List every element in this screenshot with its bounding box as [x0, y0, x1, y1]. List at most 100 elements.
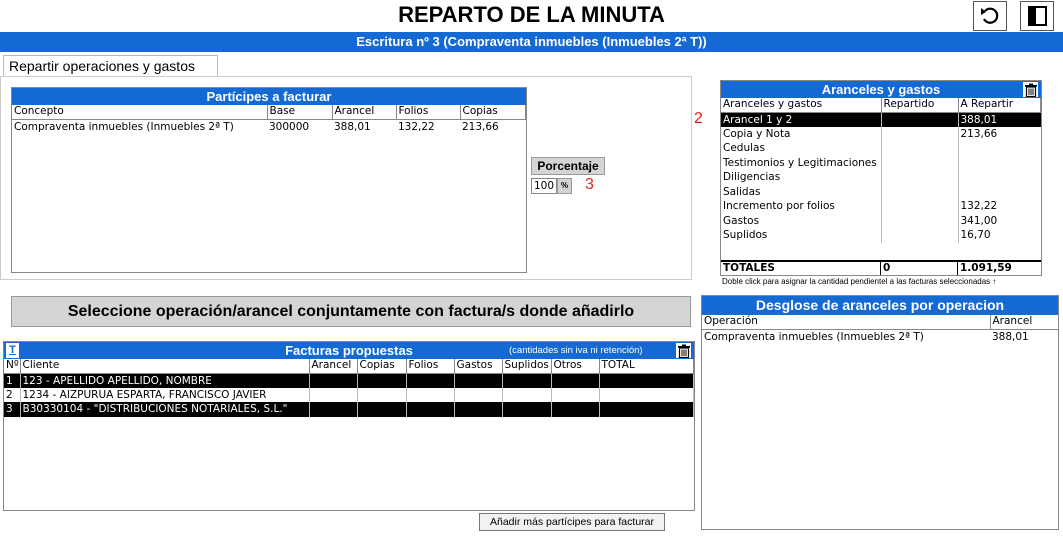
- col-repartido: Repartido: [881, 98, 959, 113]
- cell-total: [599, 373, 694, 388]
- cell-folios: [406, 387, 455, 402]
- cell-a-repartir: [958, 156, 1041, 171]
- aranceles-header-row: Aranceles y gastos Repartido A Repartir: [721, 98, 1041, 113]
- totales-repartido: 0: [881, 262, 958, 275]
- facturas-panel: T Facturas propuestas (cantidades sin iv…: [3, 341, 695, 511]
- col-concepto: Concepto: [12, 105, 268, 120]
- cell-copias: [357, 373, 407, 388]
- col-arancel: Arancel: [309, 359, 358, 374]
- add-participes-button[interactable]: Añadir más partícipes para facturar: [479, 513, 665, 531]
- marker-3: 3: [585, 176, 594, 193]
- col-copias: Copias: [357, 359, 407, 374]
- cell-arancel: 388,01: [334, 120, 371, 133]
- cell-base: 300000: [269, 120, 310, 133]
- cell-repartido: [881, 213, 959, 228]
- table-row[interactable]: Diligencias: [721, 170, 1041, 185]
- cell-a-repartir: [958, 170, 1041, 185]
- marker-2: 2: [694, 110, 703, 127]
- participes-panel: Partícipes a facturar Concepto Base Aran…: [11, 87, 527, 273]
- cell-a-repartir: 16,70: [960, 229, 991, 242]
- table-row[interactable]: Arancel 1 y 2 388,01: [721, 112, 1041, 127]
- trash-icon: [1024, 83, 1037, 97]
- table-row[interactable]: Cedulas: [721, 141, 1041, 156]
- cell-arancel-name: Arancel 1 y 2: [721, 112, 882, 127]
- col-a-repartir: A Repartir: [958, 98, 1041, 113]
- cell-concepto: Compraventa inmuebles (Inmuebles 2ª T): [14, 120, 234, 133]
- cell-arancel-name: Gastos: [721, 213, 882, 228]
- cell-repartido: [881, 141, 959, 156]
- cell-cliente: 1234 - AIZPURUA ESPARTA, FRANCISCO JAVIE…: [20, 387, 310, 402]
- col-aranceles: Aranceles y gastos: [721, 98, 882, 113]
- percent-button[interactable]: %: [557, 178, 572, 194]
- porcentaje-input[interactable]: 100: [531, 178, 557, 194]
- cell-otros: [551, 402, 600, 417]
- col-arancel: Arancel: [332, 105, 397, 120]
- cell-arancel-name: Incremento por folios: [721, 199, 882, 214]
- cell-gastos: [454, 373, 503, 388]
- cell-total: [599, 387, 694, 402]
- aranceles-title: Aranceles y gastos: [821, 82, 941, 97]
- cell-cliente: 123 - APELLIDO APELLIDO, NOMBRE: [20, 373, 310, 388]
- col-otros: Otros: [551, 359, 600, 374]
- cell-arancel: [309, 402, 358, 417]
- aranceles-body: Arancel 1 y 2 388,01 Copia y Nota 213,66 Ced…: [721, 112, 1041, 243]
- col-total: TOTAL: [599, 359, 694, 374]
- exit-icon: [1028, 6, 1047, 26]
- col-copias: Copias: [460, 105, 526, 120]
- participes-title: Partícipes a facturar: [12, 88, 526, 105]
- cell-cliente: B30330104 - "DISTRIBUCIONES NOTARIALES, …: [20, 402, 310, 417]
- toggle-t-button[interactable]: T: [6, 343, 19, 358]
- cell-arancel: [309, 373, 358, 388]
- table-row[interactable]: 2 1234 - AIZPURUA ESPARTA, FRANCISCO JAVI…: [4, 387, 694, 402]
- aranceles-trash-button[interactable]: [1023, 82, 1038, 97]
- aranceles-panel: Aranceles y gastos Aranceles y gastos Re…: [720, 80, 1042, 276]
- table-row[interactable]: Suplidos 16,70: [721, 228, 1041, 243]
- cell-a-repartir: 388,01: [958, 112, 1041, 127]
- table-row[interactable]: Compraventa inmuebles (Inmuebles 2ª T) 3…: [702, 329, 1058, 344]
- desglose-panel: Desglose de aranceles por operacion Oper…: [701, 295, 1059, 530]
- cell-arancel-name: Copia y Nota: [721, 126, 882, 141]
- col-base: Base: [267, 105, 333, 120]
- table-row[interactable]: Gastos 341,00: [721, 213, 1041, 228]
- exit-button[interactable]: [1020, 1, 1054, 31]
- table-row[interactable]: Salidas: [721, 184, 1041, 199]
- cell-operacion: Compraventa inmuebles (Inmuebles 2ª T): [704, 330, 924, 343]
- table-row[interactable]: Testimonios y Legitimaciones: [721, 155, 1041, 171]
- cell-num: 1: [4, 373, 21, 388]
- col-suplidos: Suplidos: [502, 359, 552, 374]
- col-cliente: Cliente: [20, 359, 310, 374]
- cell-repartido: [881, 199, 959, 214]
- table-row[interactable]: 3 B30330104 - "DISTRIBUCIONES NOTARIALES,…: [4, 402, 694, 417]
- cell-gastos: [454, 402, 503, 417]
- deed-subtitle: Escritura nº 3 (Compraventa inmuebles (I…: [0, 32, 1063, 52]
- undo-button[interactable]: [973, 1, 1007, 31]
- cell-a-repartir: 213,66: [960, 127, 998, 140]
- page-title: REPARTO DE LA MINUTA: [398, 2, 665, 27]
- table-row[interactable]: 1 123 - APELLIDO APELLIDO, NOMBRE: [4, 373, 694, 388]
- participes-table: Concepto Base Arancel Folios Copias Comp…: [12, 105, 526, 134]
- cell-a-repartir: [958, 141, 1041, 156]
- cell-copias: [357, 402, 407, 417]
- cell-arancel: [309, 387, 358, 402]
- aranceles-title-bar: Aranceles y gastos: [721, 81, 1041, 98]
- cell-folios: 132,22: [398, 120, 435, 133]
- porcentaje-label: Porcentaje: [531, 157, 605, 175]
- totales-a-repartir: 1.091,59: [960, 262, 1012, 274]
- desglose-table: Operación Arancel Compraventa inmuebles …: [702, 315, 1058, 344]
- cell-arancel-name: Testimonios y Legitimaciones: [721, 155, 882, 170]
- table-row[interactable]: Compraventa inmuebles (Inmuebles 2ª T) 3…: [12, 119, 526, 134]
- tab-repartir[interactable]: Repartir operaciones y gastos: [3, 55, 218, 77]
- cell-folios: [406, 373, 455, 388]
- cell-repartido: [881, 126, 959, 141]
- cell-arancel-name: Cedulas: [721, 141, 882, 156]
- table-row[interactable]: Incremento por folios 132,22: [721, 199, 1041, 214]
- col-folios: Folios: [406, 359, 455, 374]
- cell-suplidos: [502, 402, 552, 417]
- col-folios: Folios: [396, 105, 461, 120]
- participes-header-row: Concepto Base Arancel Folios Copias: [12, 105, 526, 120]
- aranceles-hint: Doble click para asignar la cantidad pen…: [722, 277, 997, 286]
- facturas-title: Facturas propuestas: [285, 343, 413, 358]
- facturas-trash-button[interactable]: [676, 343, 691, 358]
- table-row[interactable]: Copia y Nota 213,66: [721, 126, 1041, 141]
- cell-folios: [406, 402, 455, 417]
